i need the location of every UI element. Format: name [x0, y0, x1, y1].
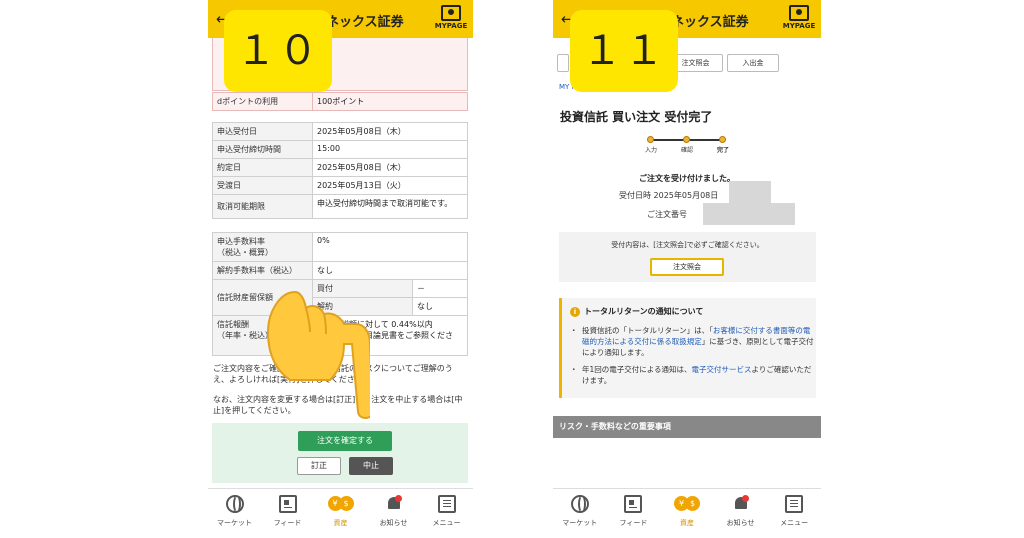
received-at: 受付日時 2025年05月08日	[619, 191, 719, 200]
step-label: 確認	[680, 147, 693, 154]
confirm-order-button[interactable]: 注文を確定する	[298, 431, 392, 451]
info-icon: i	[570, 306, 580, 317]
nav-market[interactable]: マーケット	[553, 489, 607, 538]
info-bullet: 年1回の電子交付による通知は、電子交付サービスよりご確認いただけます。	[570, 364, 814, 386]
nav-asset[interactable]: ¥ $ 資産	[314, 489, 367, 538]
left-screen: ← ネックス証券 MYPAGE １０ dポイントの利用 100ポイント 申込受付…	[208, 0, 473, 538]
mypage-icon	[441, 5, 461, 21]
fee-value: 0%	[312, 232, 468, 262]
nav-menu[interactable]: メニュー	[420, 489, 473, 538]
row-value: 2025年05月08日（木）	[312, 122, 468, 141]
nav-asset[interactable]: ¥ $ 資産	[660, 489, 714, 538]
app-logo: ネックス証券	[326, 15, 404, 30]
globe-icon	[225, 495, 244, 513]
redacted-block	[703, 203, 795, 225]
row-key: 約定日	[212, 158, 313, 177]
nav-label: マーケット	[217, 519, 252, 527]
asset-icon: ¥ $	[327, 495, 354, 513]
nav-label: フィード	[273, 519, 302, 527]
mypage-button[interactable]: MYPAGE	[781, 5, 817, 30]
feed-icon	[278, 495, 297, 513]
order-number-label: ご注文番号	[647, 210, 687, 219]
menu-icon	[437, 495, 456, 513]
row-key: 取消可能期限	[212, 194, 313, 219]
tab-deposit[interactable]: 入出金	[727, 54, 779, 72]
table-row: 約定日 2025年05月08日（木）	[212, 158, 468, 177]
progress-steps: 入力 確認 完了	[643, 135, 733, 155]
row-key: 申込受付締切時間	[212, 140, 313, 159]
nav-label: お知らせ	[726, 519, 755, 527]
correct-button[interactable]: 訂正	[297, 457, 341, 475]
row-key: 受渡日	[212, 176, 313, 195]
table-row: 申込受付日 2025年05月08日（木）	[212, 122, 468, 141]
table-row: 申込受付締切時間 15:00	[212, 140, 468, 159]
table-row: 受渡日 2025年05月13日（火）	[212, 176, 468, 195]
pointing-hand-icon	[266, 290, 370, 419]
e-delivery-link[interactable]: 電子交付サービス	[692, 365, 752, 374]
info-title-text: トータルリターンの通知について	[584, 307, 704, 316]
mypage-label: MYPAGE	[434, 22, 468, 30]
buy-value: －	[412, 279, 468, 298]
cancel-button[interactable]: 中止	[349, 457, 393, 475]
tab-partial[interactable]	[557, 54, 569, 72]
point-table: dポイントの利用 100ポイント	[212, 92, 468, 111]
menu-icon	[785, 495, 804, 513]
mypage-icon	[789, 5, 809, 21]
row-key: dポイントの利用	[212, 92, 313, 111]
dates-table: 申込受付日 2025年05月08日（木） 申込受付締切時間 15:00 約定日 202…	[212, 122, 468, 219]
row-value: 100ポイント	[312, 92, 468, 111]
nav-label: お知らせ	[379, 519, 408, 527]
row-value: 2025年05月08日（木）	[312, 158, 468, 177]
app-logo: ネックス証券	[671, 15, 749, 30]
nav-label: マーケット	[562, 519, 598, 527]
step-label: 入力	[644, 147, 657, 154]
nav-label: メニュー	[432, 519, 461, 527]
row-value: 申込受付締切時間まで取消可能です。	[312, 194, 468, 219]
fee-key: 申込手数料率 （税込・概算）	[212, 232, 313, 262]
section-header[interactable]: リスク・手数料などの重要事項	[553, 416, 821, 438]
nav-label: 資産	[679, 519, 694, 527]
confirm-message: 受付内容は、[注文照会]で必ずご確認ください。	[611, 241, 764, 249]
row-value: 2025年05月13日（火）	[312, 176, 468, 195]
bell-icon	[732, 495, 750, 513]
table-row: dポイントの利用 100ポイント	[212, 92, 468, 111]
nav-feed[interactable]: フィード	[607, 489, 661, 538]
bottom-nav: マーケット フィード ¥ $ 資産 お知らせ メニュー	[208, 488, 473, 538]
mypage-label: MYPAGE	[782, 22, 816, 30]
bullet-text: 投資信託の「トータルリターン」は、「	[582, 326, 713, 335]
row-key: 申込受付日	[212, 122, 313, 141]
step-badge: １０	[224, 10, 332, 92]
done-message: ご注文を受け付けました。	[639, 174, 735, 183]
nav-label: 資産	[333, 519, 348, 527]
step-label: 完了	[716, 147, 729, 154]
nav-market[interactable]: マーケット	[208, 489, 261, 538]
nav-feed[interactable]: フィード	[261, 489, 314, 538]
action-area: 注文を確定する 訂正 中止	[212, 423, 468, 483]
info-title: i トータルリターンの通知について	[570, 306, 703, 317]
row-value: 15:00	[312, 140, 468, 159]
asset-icon: ¥ $	[673, 495, 700, 513]
info-bullet: 投資信託の「トータルリターン」は、「お客様に交付する書面等の電磁的方法による交付…	[570, 325, 814, 358]
bottom-nav: マーケット フィード ¥ $ 資産 お知らせ メニュー	[553, 488, 821, 538]
table-row: 取消可能期限 申込受付締切時間まで取消可能です。	[212, 194, 468, 219]
step-badge: １１	[570, 10, 678, 92]
confirm-box: 受付内容は、[注文照会]で必ずご確認ください。 注文照会	[559, 232, 816, 282]
info-box: i トータルリターンの通知について 投資信託の「トータルリターン」は、「お客様に交…	[559, 298, 816, 398]
bullet-text: 年1回の電子交付による通知は、	[582, 365, 692, 374]
feed-icon	[624, 495, 643, 513]
nav-notice[interactable]: お知らせ	[367, 489, 420, 538]
nav-menu[interactable]: メニュー	[767, 489, 821, 538]
nav-label: メニュー	[780, 519, 809, 527]
page-title: 投資信託 買い注文 受付完了	[560, 110, 713, 124]
bell-icon	[385, 495, 403, 513]
order-inquiry-button[interactable]: 注文照会	[650, 258, 724, 276]
mypage-button[interactable]: MYPAGE	[433, 5, 469, 30]
right-screen: ← ネックス証券 MYPAGE １１ 注文照会 入出金 MY PAGE 投資信託…	[553, 0, 821, 538]
table-row: 申込手数料率 （税込・概算） 0%	[212, 232, 468, 262]
globe-icon	[570, 495, 589, 513]
nav-notice[interactable]: お知らせ	[714, 489, 768, 538]
nav-label: フィード	[619, 519, 648, 527]
redacted-block	[729, 181, 771, 203]
sell-value: なし	[412, 297, 468, 316]
